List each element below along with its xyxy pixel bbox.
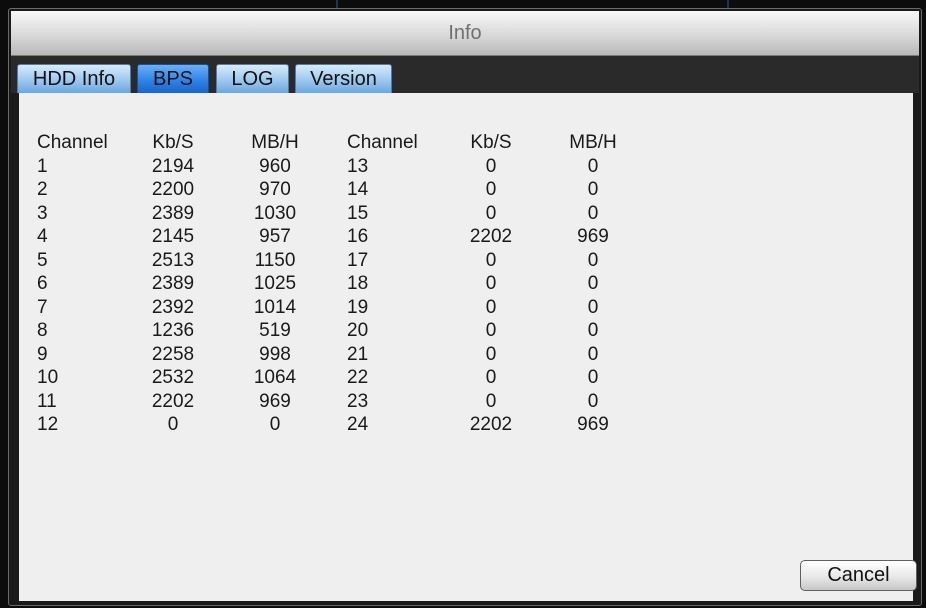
channel-cell: 9	[37, 343, 48, 365]
channel-cell: 24	[347, 414, 369, 435]
mbh-cell: 0	[269, 414, 281, 435]
channel-cell: 4	[37, 226, 48, 247]
kbps-cell: 0	[485, 390, 497, 412]
mbh-cell: 519	[259, 320, 291, 341]
kbps-cell: 0	[485, 296, 497, 318]
mbh-cell: 0	[587, 320, 599, 341]
mbh-cell: 1014	[253, 296, 297, 318]
channel-cell: 5	[37, 249, 48, 271]
mbh-cell: 969	[577, 414, 609, 435]
mbh-cell: 0	[587, 179, 599, 200]
tab-label: HDD Info	[32, 67, 116, 90]
kbps-cell: 0	[485, 273, 497, 294]
kbps-cell: 2202	[469, 226, 513, 247]
mbh-cell: 0	[587, 202, 599, 224]
channel-cell: 17	[347, 249, 369, 271]
column-header: Channel	[37, 132, 108, 153]
channel-cell: 2	[37, 179, 48, 200]
column-header: MB/H	[569, 132, 617, 153]
tab-log[interactable]: LOG	[216, 64, 289, 93]
dialog-title: Info	[448, 21, 482, 44]
channel-cell: 1	[37, 155, 48, 177]
mbh-cell: 0	[587, 296, 599, 318]
mbh-cell: 1064	[253, 367, 297, 388]
background-line	[727, 0, 729, 8]
channel-cell: 10	[37, 367, 59, 388]
kbps-cell: 0	[485, 249, 497, 271]
tab-bar: HDD Info BPS LOG Version	[11, 56, 919, 93]
channel-cell: 22	[347, 367, 369, 388]
kbps-cell: 0	[485, 367, 497, 388]
channel-cell: 13	[347, 155, 369, 177]
channel-cell: 16	[347, 226, 369, 247]
mbh-cell: 0	[587, 249, 599, 271]
kbps-cell: 2392	[151, 296, 195, 318]
kbps-cell: 2202	[151, 390, 195, 412]
mbh-cell: 969	[577, 226, 609, 247]
channel-cell: 19	[347, 296, 369, 318]
kbps-cell: 2194	[151, 155, 195, 177]
kbps-cell: 2200	[151, 179, 195, 200]
channel-cell: 7	[37, 296, 48, 318]
kbps-cell: 2145	[151, 226, 195, 247]
channel-cell: 18	[347, 273, 369, 294]
mbh-cell: 0	[587, 390, 599, 412]
channel-cell: 23	[347, 390, 369, 412]
channel-cell: 11	[37, 390, 57, 412]
bps-panel: Channel Kb/S MB/H Channel Kb/S MB/H 1 2194 960 13…	[19, 93, 917, 601]
kbps-cell: 0	[485, 179, 497, 200]
mbh-cell: 1150	[254, 249, 296, 271]
mbh-cell: 0	[587, 343, 599, 365]
kbps-cell: 1236	[151, 320, 195, 341]
channel-cell: 15	[347, 202, 369, 224]
title-bar[interactable]: Info	[11, 11, 919, 56]
kbps-cell: 2202	[469, 414, 513, 435]
tab-label: Version	[310, 67, 377, 90]
mbh-cell: 957	[259, 226, 291, 247]
kbps-cell: 0	[485, 343, 497, 365]
tab-hdd-info[interactable]: HDD Info	[17, 64, 131, 93]
channel-cell: 14	[347, 179, 369, 200]
tab-version[interactable]: Version	[295, 64, 392, 93]
tab-bps[interactable]: BPS	[137, 64, 209, 93]
mbh-cell: 969	[259, 390, 291, 412]
kbps-cell: 0	[167, 414, 179, 435]
column-header: Kb/S	[152, 132, 194, 153]
background-line	[336, 0, 338, 8]
mbh-cell: 0	[587, 155, 599, 177]
cancel-button[interactable]: Cancel	[800, 560, 917, 591]
mbh-cell: 970	[259, 179, 291, 200]
channel-cell: 12	[37, 414, 59, 435]
kbps-cell: 0	[485, 320, 497, 341]
tab-label: BPS	[152, 67, 194, 90]
kbps-cell: 0	[485, 155, 497, 177]
kbps-cell: 2389	[151, 273, 195, 294]
kbps-cell: 2513	[151, 249, 195, 271]
channel-cell: 21	[347, 343, 369, 365]
column-header: Kb/S	[470, 132, 512, 153]
mbh-cell: 960	[259, 155, 291, 177]
column-header: MB/H	[251, 132, 299, 153]
channel-cell: 6	[37, 273, 48, 294]
kbps-cell: 2532	[151, 367, 195, 388]
mbh-cell: 0	[587, 367, 599, 388]
kbps-cell: 0	[485, 202, 497, 224]
column-header: Channel	[347, 132, 418, 153]
kbps-cell: 2258	[151, 343, 195, 365]
channel-cell: 3	[37, 202, 48, 224]
mbh-cell: 0	[587, 273, 599, 294]
mbh-cell: 998	[259, 343, 291, 365]
mbh-cell: 1025	[253, 273, 297, 294]
channel-cell: 20	[347, 320, 369, 341]
mbh-cell: 1030	[253, 202, 297, 224]
tab-label: LOG	[231, 67, 274, 90]
kbps-cell: 2389	[151, 202, 195, 224]
channel-cell: 8	[37, 320, 48, 341]
info-dialog: Info HDD Info BPS LOG Version Channel Kb/…	[8, 8, 922, 606]
